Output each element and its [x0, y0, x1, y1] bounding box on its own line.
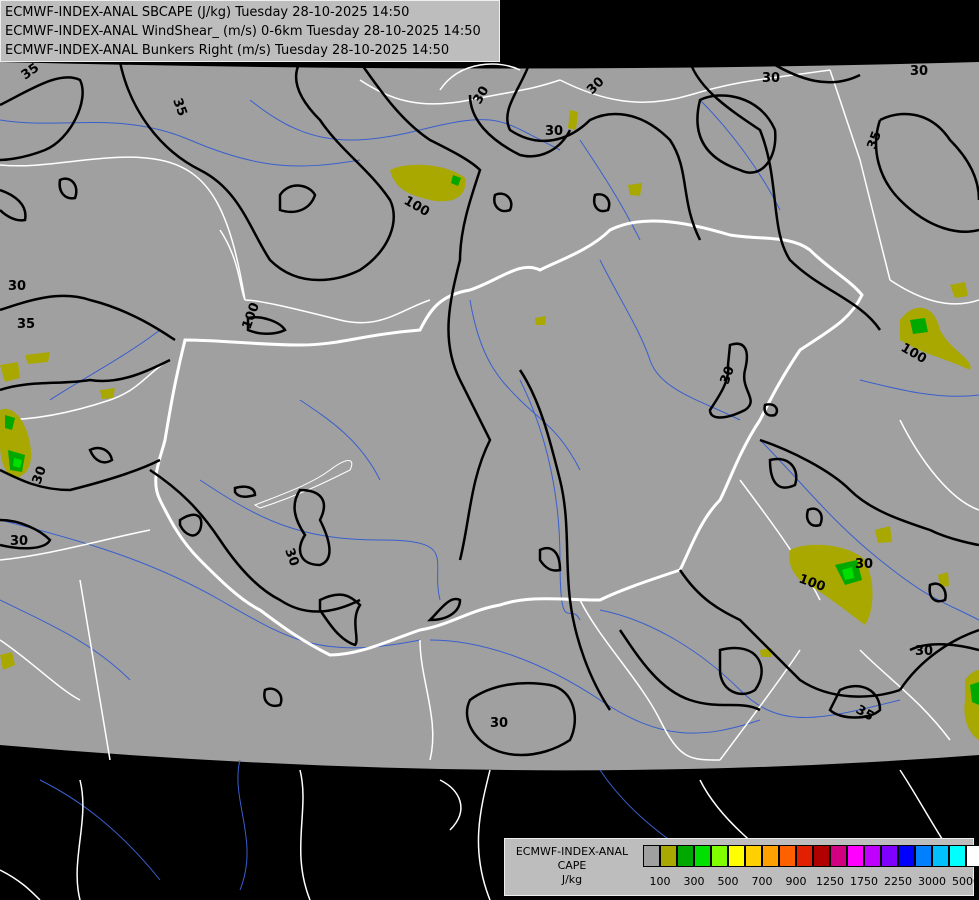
legend-swatch	[745, 845, 762, 867]
contour-label: 30	[8, 279, 26, 294]
map-header: ECMWF-INDEX-ANAL SBCAPE (J/kg) Tuesday 2…	[0, 0, 500, 62]
header-windshear-title: ECMWF-INDEX-ANAL WindShear_ (m/s) 0-6km …	[5, 24, 481, 39]
legend-tick-label: 2250	[884, 875, 912, 888]
legend-tick-label: 700	[751, 875, 773, 888]
contour-label: 35	[17, 317, 35, 332]
legend-swatch	[847, 845, 864, 867]
legend-tick-label: 1250	[816, 875, 844, 888]
legend-swatch	[660, 845, 677, 867]
legend-swatch	[694, 845, 711, 867]
legend-swatch	[813, 845, 830, 867]
legend-swatch	[762, 845, 779, 867]
legend-swatch	[779, 845, 796, 867]
legend-tick-label: 500	[717, 875, 739, 888]
contour-label: 30	[855, 557, 873, 572]
contour-label: 30	[915, 644, 933, 659]
legend-swatch	[898, 845, 915, 867]
legend-swatch	[796, 845, 813, 867]
legend-tick-label: 1750	[850, 875, 878, 888]
legend-tick-label: 5000	[952, 875, 979, 888]
legend-tick-labels: 100 300 500 700 900 1250 1750 2250 3000 5000	[637, 875, 979, 889]
legend-title: ECMWF-INDEX-ANAL CAPE J/kg	[507, 845, 637, 887]
legend-swatch	[949, 845, 966, 867]
legend-title-variable: CAPE	[557, 859, 587, 872]
contour-label: 30	[490, 716, 508, 731]
weather-map: 35 30 30 35 30 35 100 30 35 30 100 30 30…	[0, 0, 979, 900]
contour-label: 30	[910, 64, 928, 79]
legend-tick-label: 300	[683, 875, 705, 888]
model-domain-area	[0, 62, 979, 771]
header-sbcape-title: ECMWF-INDEX-ANAL SBCAPE (J/kg) Tuesday 2…	[5, 5, 410, 20]
legend-color-scale	[643, 845, 979, 867]
legend-tick-label: 900	[785, 875, 807, 888]
legend-swatch	[915, 845, 932, 867]
legend-tick-label: 100	[649, 875, 671, 888]
contour-label: 30	[10, 534, 28, 549]
legend-swatch	[677, 845, 694, 867]
legend-title-source: ECMWF-INDEX-ANAL	[515, 845, 629, 858]
cape-legend: ECMWF-INDEX-ANAL CAPE J/kg 100 300 500 700 9…	[504, 838, 979, 896]
legend-swatch	[643, 845, 660, 867]
legend-title-unit: J/kg	[561, 873, 583, 886]
legend-swatch	[711, 845, 728, 867]
contour-label: 30	[762, 71, 780, 86]
legend-tick-label: 3000	[918, 875, 946, 888]
legend-swatch	[932, 845, 949, 867]
contour-label: 30	[545, 124, 563, 139]
legend-swatch	[864, 845, 881, 867]
header-bunkers-title: ECMWF-INDEX-ANAL Bunkers Right (m/s) Tue…	[5, 43, 450, 58]
legend-swatch	[966, 845, 979, 867]
legend-swatch	[728, 845, 745, 867]
legend-swatch	[881, 845, 898, 867]
legend-swatch	[830, 845, 847, 867]
